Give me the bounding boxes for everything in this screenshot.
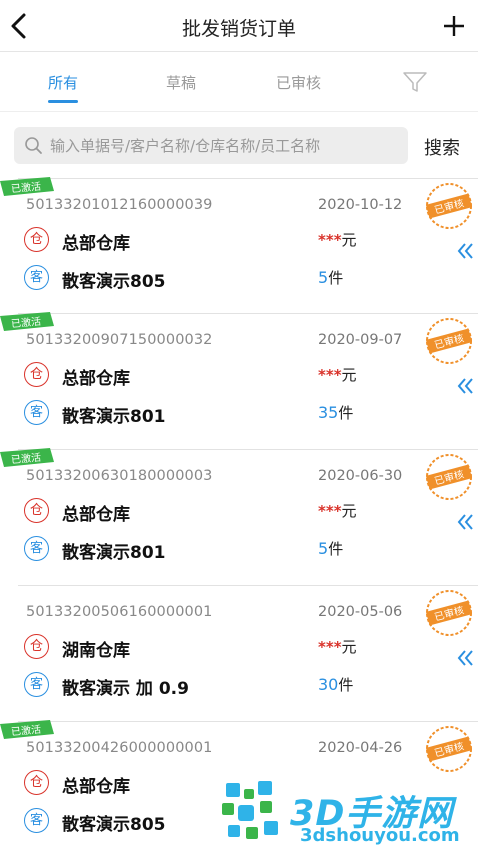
approved-stamp-icon: 已审核 xyxy=(425,318,473,364)
order-card[interactable]: 50133200506160000001 2020-05-06 已审核 仓 湖南… xyxy=(18,586,478,722)
order-date: 2020-05-06 xyxy=(318,604,403,620)
activated-badge: 已激活 xyxy=(0,177,54,196)
customer-name: 散客演示 加 0.9 xyxy=(62,679,189,699)
filter-icon[interactable] xyxy=(402,70,428,94)
warehouse-icon: 仓 xyxy=(24,498,49,523)
order-amount: ***元 xyxy=(318,502,357,520)
add-icon[interactable] xyxy=(438,10,470,42)
order-quantity: 30件 xyxy=(318,675,354,694)
warehouse-name: 总部仓库 xyxy=(62,505,130,525)
page-title: 批发销货订单 xyxy=(181,18,296,40)
order-card[interactable]: 已激活 50133200907150000032 2020-09-07 已审核 … xyxy=(0,312,478,450)
warehouse-name: 总部仓库 xyxy=(62,234,130,254)
warehouse-icon: 仓 xyxy=(24,227,49,252)
double-chevron-left-icon[interactable] xyxy=(456,241,476,261)
order-amount: ***元 xyxy=(318,366,357,384)
order-card[interactable]: 已激活 50133201012160000039 2020-10-12 已审核 … xyxy=(0,177,478,314)
double-chevron-left-icon[interactable] xyxy=(456,512,476,532)
warehouse-name: 湖南仓库 xyxy=(62,641,130,661)
customer-icon: 客 xyxy=(24,672,49,697)
order-date: 2020-10-12 xyxy=(318,197,403,213)
double-chevron-left-icon[interactable] xyxy=(456,376,476,396)
warehouse-icon: 仓 xyxy=(24,634,49,659)
customer-icon: 客 xyxy=(24,536,49,561)
warehouse-name: 总部仓库 xyxy=(62,369,130,389)
order-list: 已激活 50133201012160000039 2020-10-12 已审核 … xyxy=(0,177,478,850)
customer-name: 散客演示805 xyxy=(62,272,166,292)
order-number: 50133200426000000001 xyxy=(26,740,213,756)
customer-icon: 客 xyxy=(24,400,49,425)
order-quantity: 5件 xyxy=(318,268,344,287)
customer-name: 散客演示805 xyxy=(62,815,166,835)
customer-icon: 客 xyxy=(24,808,49,833)
search-icon xyxy=(25,137,42,154)
approved-stamp-icon: 已审核 xyxy=(425,454,473,500)
header-bar: 批发销货订单 xyxy=(0,0,478,52)
warehouse-icon: 仓 xyxy=(24,362,49,387)
order-date: 2020-09-07 xyxy=(318,332,403,348)
warehouse-icon: 仓 xyxy=(24,770,49,795)
order-amount: ***元 xyxy=(318,638,357,656)
order-card[interactable]: 已激活 50133200630180000003 2020-06-30 已审核 … xyxy=(0,448,478,586)
double-chevron-left-icon[interactable] xyxy=(456,648,476,668)
approved-stamp-icon: 已审核 xyxy=(425,590,473,636)
customer-name: 散客演示801 xyxy=(62,543,166,563)
customer-icon: 客 xyxy=(24,265,49,290)
order-quantity: 5件 xyxy=(318,539,344,558)
order-number: 50133200907150000032 xyxy=(26,332,213,348)
order-quantity: 35件 xyxy=(318,403,354,422)
tab-approved[interactable]: 已审核 xyxy=(276,72,321,93)
warehouse-name: 总部仓库 xyxy=(62,777,130,797)
active-tab-indicator xyxy=(48,100,78,103)
search-bar xyxy=(14,127,408,164)
approved-stamp-icon: 已审核 xyxy=(425,183,473,229)
order-number: 50133201012160000039 xyxy=(26,197,213,213)
search-input[interactable] xyxy=(50,127,400,164)
search-button[interactable]: 搜索 xyxy=(424,134,460,160)
order-date: 2020-04-26 xyxy=(318,740,403,756)
order-date: 2020-06-30 xyxy=(318,468,403,484)
approved-stamp-icon: 已审核 xyxy=(425,726,473,772)
activated-badge: 已激活 xyxy=(0,448,54,467)
watermark-url: 3dshouyou.com xyxy=(300,825,460,846)
tab-all[interactable]: 所有 xyxy=(48,72,78,93)
order-number: 50133200506160000001 xyxy=(26,604,213,620)
customer-name: 散客演示801 xyxy=(62,407,166,427)
activated-badge: 已激活 xyxy=(0,720,54,739)
order-number: 50133200630180000003 xyxy=(26,468,213,484)
tab-draft[interactable]: 草稿 xyxy=(166,72,196,93)
order-amount: ***元 xyxy=(318,231,357,249)
activated-badge: 已激活 xyxy=(0,312,54,331)
